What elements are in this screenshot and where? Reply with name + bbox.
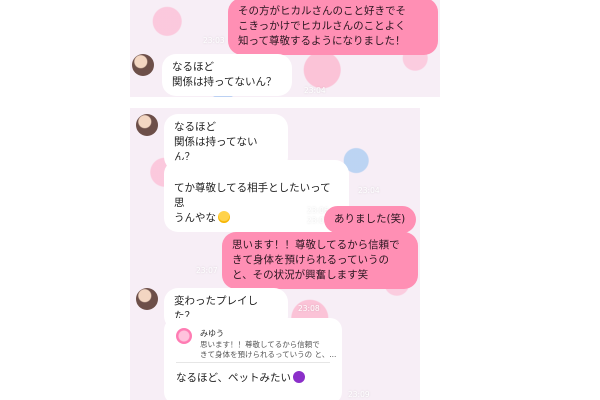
timestamp: 23:09 [348, 390, 370, 399]
avatar-icon [176, 328, 192, 344]
sent-message-bubble[interactable]: その方がヒカルさんのこと好きでそ こきっかけでヒカルさんのことよく 知って尊敬す… [228, 0, 438, 55]
quoted-message-text: 思います！！尊敬してるから信頼で きて身体を預けられるっていうの と、... [200, 340, 337, 359]
reply-bubble[interactable]: みゆう 思います！！尊敬してるから信頼で きて身体を預けられるっていうの と、.… [164, 318, 342, 400]
divider [176, 362, 330, 363]
quoted-sender-name: みゆう [200, 329, 224, 338]
chat-panel-top: その方がヒカルさんのこと好きでそ こきっかけでヒカルさんのことよく 知って尊敬す… [130, 0, 440, 97]
sent-message-bubble[interactable]: ありました(笑) [324, 206, 416, 233]
message-text: なるほど、ペットみたい [176, 372, 291, 384]
sent-message-bubble[interactable]: 思います！！尊敬してるから信頼で きて身体を預けられるっていうの と、その状況が… [222, 232, 418, 289]
avatar[interactable] [136, 114, 158, 136]
chat-panel-bottom: なるほど 関係は持ってないん？ てか尊敬してる相手としたいって思 うんやな 23… [130, 108, 420, 400]
smiling-face-icon [218, 211, 230, 223]
timestamp: 23:03 [203, 36, 225, 45]
timestamp: 23:08 [298, 304, 320, 313]
avatar[interactable] [132, 54, 154, 76]
timestamp: 23:04 [304, 86, 326, 95]
reply-text-row: なるほど、ペットみたい [176, 370, 305, 385]
timestamp: 23:04 [358, 186, 380, 195]
smiling-devil-icon [292, 371, 305, 383]
timestamp: 23:07 [196, 266, 218, 275]
received-message-bubble[interactable]: なるほど 関係は持ってないん？ [162, 54, 292, 96]
avatar[interactable] [136, 288, 158, 310]
